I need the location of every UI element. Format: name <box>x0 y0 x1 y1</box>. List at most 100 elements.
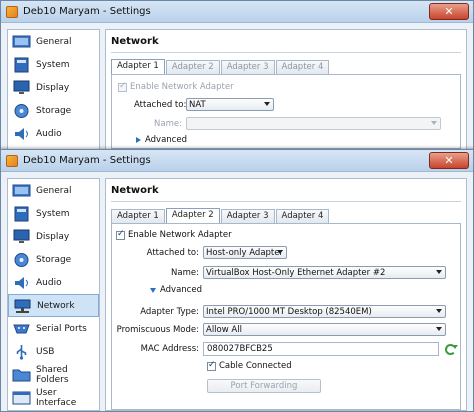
sidebar-item-shared-folders[interactable]: Shared Folders <box>8 363 99 386</box>
divider <box>111 201 461 202</box>
chevron-down-icon <box>436 270 442 274</box>
sidebar-item-label: General <box>36 36 72 47</box>
refresh-mac-icon[interactable] <box>445 343 458 355</box>
sidebar-item-audio[interactable]: Audio <box>8 271 99 294</box>
tab-adapter-3[interactable]: Adapter 3 <box>220 209 275 223</box>
title-bar: Deb10 Maryam - Settings ✕ <box>1 1 473 23</box>
sidebar-item-audio[interactable]: Audio <box>8 122 99 145</box>
sidebar-item-label: Audio <box>36 277 62 288</box>
attached-value: Host-only Adapter <box>206 247 283 258</box>
name-row: Name: VirtualBox Host-Only Ethernet Adap… <box>112 266 446 279</box>
sidebar-item-label: System <box>36 208 70 219</box>
promiscuous-row: Promiscuous Mode: Allow All <box>112 323 446 336</box>
sidebar-item-system[interactable]: System <box>8 53 99 76</box>
section-title: Network <box>111 185 159 196</box>
enable-adapter-checkbox[interactable] <box>116 229 125 240</box>
sidebar-item-system[interactable]: System <box>8 202 99 225</box>
sidebar-item-label: USB <box>36 346 55 357</box>
sidebar-item-user-interface[interactable]: User Interface <box>8 386 99 409</box>
name-label: Name: <box>171 267 199 278</box>
network-icon <box>13 298 32 314</box>
sidebar-item-general[interactable]: General <box>8 179 99 202</box>
storage-icon <box>12 103 31 119</box>
chevron-down-icon <box>436 327 442 331</box>
adapter-panel: Enable Network Adapter Attached to: NAT … <box>111 74 461 149</box>
sidebar-item-label: User Interface <box>36 387 77 408</box>
sidebar-item-display[interactable]: Display <box>8 225 99 248</box>
sidebar-item-network[interactable]: Network <box>8 294 99 317</box>
storage-icon <box>12 252 31 268</box>
system-icon <box>12 206 31 222</box>
user-interface-icon <box>12 390 31 406</box>
folder-icon <box>12 367 31 383</box>
cable-connected-checkbox[interactable] <box>207 360 216 371</box>
virtualbox-icon <box>6 6 18 18</box>
name-select[interactable]: VirtualBox Host-Only Ethernet Adapter #2 <box>203 266 446 279</box>
serial-port-icon <box>12 321 31 337</box>
advanced-toggle[interactable]: Advanced <box>136 135 187 145</box>
adapter-tabs: Adapter 1 Adapter 2 Adapter 3 Adapter 4 <box>111 59 461 74</box>
sidebar-item-label: Display <box>36 82 70 93</box>
name-label: Name: <box>154 118 182 129</box>
sidebar-item-serial-ports[interactable]: Serial Ports <box>8 317 99 340</box>
close-icon: ✕ <box>444 154 454 167</box>
tab-adapter-4[interactable]: Adapter 4 <box>275 209 330 223</box>
mac-address-input[interactable]: 080027BFCB25 <box>203 342 439 356</box>
enable-adapter-label: Enable Network Adapter <box>130 82 234 92</box>
tab-adapter-1[interactable]: Adapter 1 <box>111 59 165 74</box>
cable-connected-row: Cable Connected <box>207 360 292 371</box>
attached-select[interactable]: Host-only Adapter <box>203 246 287 259</box>
tab-adapter-1[interactable]: Adapter 1 <box>111 209 165 223</box>
system-icon <box>12 57 31 73</box>
tab-adapter-2[interactable]: Adapter 2 <box>165 208 220 223</box>
name-value: VirtualBox Host-Only Ethernet Adapter #2 <box>206 267 386 278</box>
enable-adapter-checkbox[interactable] <box>118 81 127 92</box>
audio-icon <box>12 275 31 291</box>
settings-content: Network Adapter 1 Adapter 2 Adapter 3 Ad… <box>105 178 467 411</box>
section-title: Network <box>111 36 159 47</box>
general-icon <box>12 34 31 50</box>
advanced-toggle[interactable]: Advanced <box>150 285 202 295</box>
settings-sidebar: General System Display Storage Audio Net… <box>7 178 100 411</box>
tab-adapter-2[interactable]: Adapter 2 <box>165 60 220 74</box>
cable-connected-label: Cable Connected <box>219 361 292 371</box>
sidebar-item-label: Audio <box>36 128 62 139</box>
sidebar-item-label: Network <box>37 300 75 311</box>
sidebar-item-label: General <box>36 185 72 196</box>
adapter-type-label: Adapter Type: <box>140 306 199 317</box>
tab-adapter-3[interactable]: Adapter 3 <box>220 60 275 74</box>
window-title: Deb10 Maryam - Settings <box>23 6 151 17</box>
window-title: Deb10 Maryam - Settings <box>23 155 151 166</box>
sidebar-item-label: Storage <box>36 105 72 116</box>
mac-label: MAC Address: <box>140 344 199 354</box>
enable-adapter-row: Enable Network Adapter <box>116 229 232 240</box>
promiscuous-label: Promiscuous Mode: <box>116 324 199 335</box>
adapter-panel: Enable Network Adapter Attached to: Host… <box>111 223 461 410</box>
settings-window-front: Deb10 Maryam - Settings ✕ General System… <box>0 149 474 412</box>
adapter-type-select[interactable]: Intel PRO/1000 MT Desktop (82540EM) <box>203 305 446 318</box>
sidebar-item-general[interactable]: General <box>8 30 99 53</box>
display-icon <box>12 80 31 96</box>
settings-window-back: Deb10 Maryam - Settings ✕ General System… <box>0 0 474 151</box>
attached-select[interactable]: NAT <box>186 98 274 111</box>
display-icon <box>12 229 31 245</box>
port-forwarding-button[interactable]: Port Forwarding <box>207 379 321 393</box>
name-select[interactable] <box>186 117 441 130</box>
attached-label: Attached to: <box>146 247 199 258</box>
adapter-tabs: Adapter 1 Adapter 2 Adapter 3 Adapter 4 <box>111 208 461 223</box>
expand-arrow-icon <box>136 137 141 143</box>
promiscuous-value: Allow All <box>206 324 242 335</box>
enable-adapter-label: Enable Network Adapter <box>128 230 232 240</box>
title-bar: Deb10 Maryam - Settings ✕ <box>1 150 473 172</box>
tab-adapter-4[interactable]: Adapter 4 <box>275 60 330 74</box>
promiscuous-select[interactable]: Allow All <box>203 323 446 336</box>
close-button[interactable]: ✕ <box>429 152 469 169</box>
sidebar-item-usb[interactable]: USB <box>8 340 99 363</box>
attached-row: Attached to: NAT <box>134 98 274 111</box>
sidebar-item-storage[interactable]: Storage <box>8 99 99 122</box>
advanced-label: Advanced <box>160 285 202 295</box>
chevron-down-icon <box>264 102 270 106</box>
sidebar-item-display[interactable]: Display <box>8 76 99 99</box>
sidebar-item-storage[interactable]: Storage <box>8 248 99 271</box>
close-button[interactable]: ✕ <box>429 3 469 20</box>
